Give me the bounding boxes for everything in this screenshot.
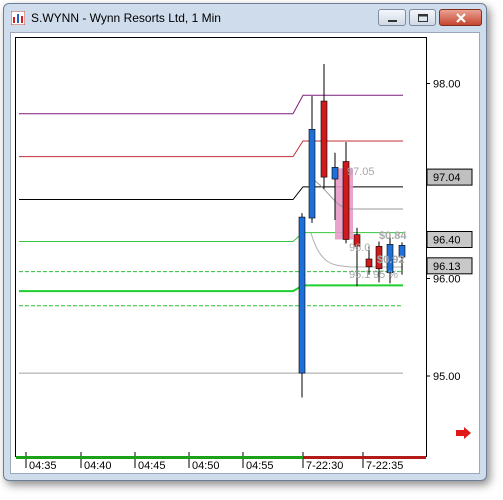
candlestick-chart[interactable]: 97.05 $0.84 96.0 $0.92 96.1 95 % 95.00 96.00 98.… (11, 33, 479, 473)
price-marker-label-3: 96.13 (433, 261, 461, 273)
level-line-2 (19, 140, 403, 158)
candle-body-7 (365, 258, 373, 268)
session-bar-green (16, 456, 303, 459)
price-marker-label-1: 97.04 (433, 172, 461, 184)
annotation-2: $0.84 (379, 230, 407, 242)
annotation-1: 97.05 (347, 166, 375, 178)
annotation-3: 96.0 (349, 242, 370, 254)
x-tick-label-5: 04:55 (246, 460, 274, 472)
x-tick-label-4: 04:50 (192, 460, 220, 472)
scroll-right-arrow-icon[interactable] (456, 427, 472, 439)
x-tick-label-1: 04:35 (29, 460, 57, 472)
x-tick-label-6: 7-22:30 (306, 460, 343, 472)
level-line-6 (19, 284, 403, 293)
maximize-button[interactable] (409, 9, 436, 26)
maximize-icon (418, 14, 428, 22)
close-button[interactable] (439, 9, 482, 26)
price-marker-label-2: 96.40 (433, 235, 461, 247)
minimize-button[interactable] (378, 9, 406, 26)
window-title: S.WYNN - Wynn Resorts Ltd, 1 Min (31, 11, 221, 25)
y-tick-label-2: 96.00 (433, 274, 461, 286)
chart-area[interactable]: 97.05 $0.84 96.0 $0.92 96.1 95 % 95.00 96.00 98.… (10, 32, 480, 474)
candle-body-3 (320, 100, 328, 178)
chart-window: S.WYNN - Wynn Resorts Ltd, 1 Min 97.05 $0… (3, 3, 487, 481)
app-icon (11, 11, 25, 25)
projection-curve-upper (310, 177, 403, 210)
x-tick-label-2: 04:40 (84, 460, 112, 472)
y-tick-label-1: 95.00 (433, 371, 461, 383)
candle-body-4 (331, 167, 339, 180)
candle-body-1 (298, 216, 306, 374)
x-tick-label-3: 04:45 (138, 460, 166, 472)
annotation-6: 95 % (373, 269, 398, 281)
annotation-5: 96.1 (349, 269, 370, 281)
x-tick-label-7: 7-22:35 (366, 460, 403, 472)
candle-body-2 (308, 129, 316, 219)
level-line-1 (19, 94, 403, 115)
minimize-icon (388, 20, 397, 22)
session-bar-red (303, 456, 426, 459)
y-tick-label-3: 98.00 (433, 79, 461, 91)
annotation-4: $0.92 (377, 254, 405, 266)
close-icon (456, 13, 466, 23)
title-bar[interactable]: S.WYNN - Wynn Resorts Ltd, 1 Min (4, 4, 486, 32)
